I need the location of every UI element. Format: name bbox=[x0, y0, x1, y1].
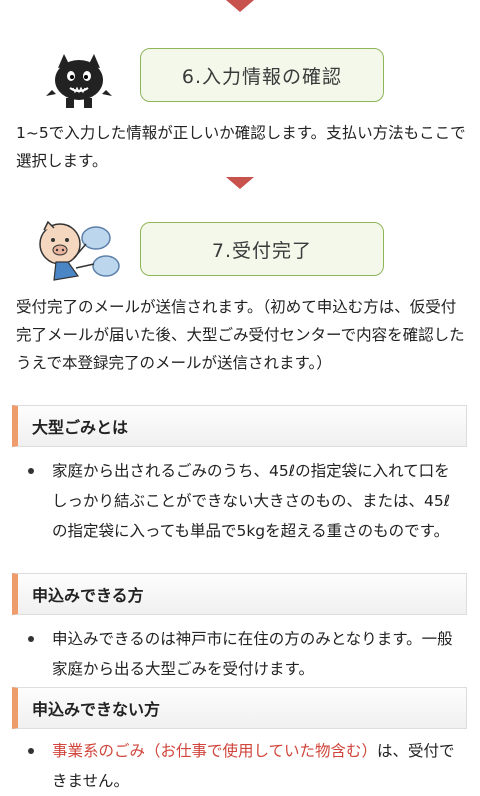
section-heading-large-waste: 大型ごみとは bbox=[12, 405, 467, 447]
list-item: 申込みできるのは神戸市に在住の方のみとなります。一般家庭から出る大型ごみを受付け… bbox=[28, 624, 458, 684]
arrow-down-icon bbox=[226, 177, 254, 189]
business-waste-link[interactable]: 事業系のごみ（お仕事で使用していた物含む） bbox=[52, 742, 377, 760]
list-item: 家庭から出されるごみのうち、45ℓの指定袋に入れて口をしっかり結ぶことができない… bbox=[28, 456, 458, 546]
section-text-large-waste: 家庭から出されるごみのうち、45ℓの指定袋に入れて口をしっかり結ぶことができない… bbox=[52, 462, 451, 540]
section-text-ineligible: 事業系のごみ（お仕事で使用していた物含む）は、受付できません。 bbox=[28, 736, 458, 796]
step-6-description: 1~5で入力した情報が正しいか確認します。支払い方法もここで選択します。 bbox=[16, 124, 466, 170]
bullet-dot bbox=[28, 468, 34, 474]
section-text-eligible: 申込みできるのは神戸市に在住の方のみとなります。一般家庭から出る大型ごみを受付け… bbox=[52, 630, 453, 678]
step-6-title: 6.入力情報の確認 bbox=[140, 48, 384, 102]
step-7-title: 7.受付完了 bbox=[140, 222, 384, 276]
pig-mascot-with-bags-icon bbox=[34, 218, 122, 290]
black-mascot-icon bbox=[44, 50, 114, 112]
arrow-down-icon bbox=[226, 0, 254, 12]
list-item: 事業系のごみ（お仕事で使用していた物含む）は、受付できません。 bbox=[28, 736, 458, 796]
section-heading-ineligible: 申込みできない方 bbox=[12, 687, 467, 729]
bullet-dot bbox=[28, 748, 34, 754]
bullet-dot bbox=[28, 636, 34, 642]
section-heading-eligible: 申込みできる方 bbox=[12, 573, 467, 615]
step-7-description: 受付完了のメールが送信されます。（初めて申込む方は、仮受付完了メールが届いた後、… bbox=[16, 298, 465, 372]
